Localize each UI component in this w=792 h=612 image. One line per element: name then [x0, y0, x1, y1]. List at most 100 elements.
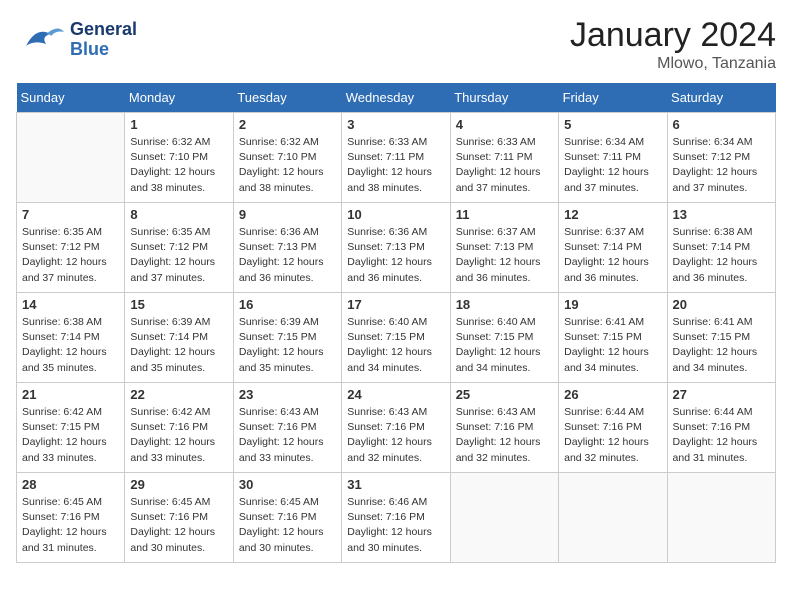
calendar-cell: 15Sunrise: 6:39 AM Sunset: 7:14 PM Dayli…: [125, 293, 233, 383]
day-number: 4: [456, 117, 553, 132]
calendar-cell: 8 Sunrise: 6:35 AM Sunset: 7:12 PM Daylig…: [125, 203, 233, 293]
weekday-header-row: SundayMondayTuesdayWednesdayThursdayFrid…: [17, 83, 776, 113]
weekday-header-thursday: Thursday: [450, 83, 558, 113]
day-number: 7: [22, 207, 119, 222]
calendar-cell: [17, 113, 125, 203]
header: General Blue January 2024 Mlowo, Tanzani…: [16, 16, 776, 73]
day-number: 6: [673, 117, 770, 132]
calendar-week-1: 1 Sunrise: 6:32 AM Sunset: 7:10 PM Daylig…: [17, 113, 776, 203]
day-number: 29: [130, 477, 227, 492]
weekday-header-monday: Monday: [125, 83, 233, 113]
day-number: 8: [130, 207, 227, 222]
title-area: January 2024 Mlowo, Tanzania: [570, 16, 776, 73]
calendar-week-3: 14 Sunrise: 6:38 AM Sunset: 7:14 PM Dayli…: [17, 293, 776, 383]
day-info: Sunrise: 6:36 AM Sunset: 7:13 PM Dayligh…: [347, 225, 444, 286]
day-number: 13: [673, 207, 770, 222]
day-info: Sunrise: 6:45 AM Sunset: 7:16 PM Dayligh…: [22, 495, 119, 556]
day-number: 14: [22, 297, 119, 312]
calendar-cell: 6 Sunrise: 6:34 AM Sunset: 7:12 PM Daylig…: [667, 113, 775, 203]
day-number: 12: [564, 207, 661, 222]
day-info: Sunrise: 6:38 AM Sunset: 7:14 PM Dayligh…: [22, 315, 119, 376]
day-number: 5: [564, 117, 661, 132]
calendar-cell: 31 Sunrise: 6:46 AM Sunset: 7:16 PM Dayli…: [342, 473, 450, 563]
calendar-cell: 20 Sunrise: 6:41 AM Sunset: 7:15 PM Dayli…: [667, 293, 775, 383]
day-number: 19: [564, 297, 661, 312]
weekday-header-friday: Friday: [559, 83, 667, 113]
day-number: 22: [130, 387, 227, 402]
day-number: 23: [239, 387, 336, 402]
day-number: 10: [347, 207, 444, 222]
calendar-cell: 19 Sunrise: 6:41 AM Sunset: 7:15 PM Dayli…: [559, 293, 667, 383]
calendar-cell: 11Sunrise: 6:37 AM Sunset: 7:13 PM Dayli…: [450, 203, 558, 293]
calendar-cell: 29 Sunrise: 6:45 AM Sunset: 7:16 PM Dayli…: [125, 473, 233, 563]
calendar-cell: 21 Sunrise: 6:42 AM Sunset: 7:15 PM Dayli…: [17, 383, 125, 473]
location: Mlowo, Tanzania: [570, 55, 776, 73]
month-year: January 2024: [570, 16, 776, 55]
day-info: Sunrise: 6:32 AM Sunset: 7:10 PM Dayligh…: [239, 135, 336, 196]
logo: General Blue: [16, 16, 137, 64]
day-info: Sunrise: 6:37 AM Sunset: 7:13 PM Dayligh…: [456, 225, 553, 286]
logo-text: General Blue: [70, 20, 137, 60]
day-number: 16: [239, 297, 336, 312]
day-number: 3: [347, 117, 444, 132]
day-info: Sunrise: 6:38 AM Sunset: 7:14 PM Dayligh…: [673, 225, 770, 286]
day-number: 28: [22, 477, 119, 492]
calendar-cell: 18 Sunrise: 6:40 AM Sunset: 7:15 PM Dayli…: [450, 293, 558, 383]
day-number: 1: [130, 117, 227, 132]
day-info: Sunrise: 6:45 AM Sunset: 7:16 PM Dayligh…: [130, 495, 227, 556]
day-info: Sunrise: 6:33 AM Sunset: 7:11 PM Dayligh…: [347, 135, 444, 196]
day-info: Sunrise: 6:43 AM Sunset: 7:16 PM Dayligh…: [239, 405, 336, 466]
day-number: 25: [456, 387, 553, 402]
day-number: 31: [347, 477, 444, 492]
day-info: Sunrise: 6:46 AM Sunset: 7:16 PM Dayligh…: [347, 495, 444, 556]
calendar-table: SundayMondayTuesdayWednesdayThursdayFrid…: [16, 83, 776, 563]
day-info: Sunrise: 6:43 AM Sunset: 7:16 PM Dayligh…: [347, 405, 444, 466]
day-info: Sunrise: 6:37 AM Sunset: 7:14 PM Dayligh…: [564, 225, 661, 286]
calendar-cell: 4 Sunrise: 6:33 AM Sunset: 7:11 PM Daylig…: [450, 113, 558, 203]
day-number: 24: [347, 387, 444, 402]
calendar-cell: [559, 473, 667, 563]
day-info: Sunrise: 6:42 AM Sunset: 7:15 PM Dayligh…: [22, 405, 119, 466]
day-number: 20: [673, 297, 770, 312]
day-number: 30: [239, 477, 336, 492]
day-number: 26: [564, 387, 661, 402]
day-number: 17: [347, 297, 444, 312]
calendar-cell: 3 Sunrise: 6:33 AM Sunset: 7:11 PM Daylig…: [342, 113, 450, 203]
day-info: Sunrise: 6:33 AM Sunset: 7:11 PM Dayligh…: [456, 135, 553, 196]
day-info: Sunrise: 6:34 AM Sunset: 7:12 PM Dayligh…: [673, 135, 770, 196]
calendar-cell: 17Sunrise: 6:40 AM Sunset: 7:15 PM Dayli…: [342, 293, 450, 383]
calendar-cell: 27 Sunrise: 6:44 AM Sunset: 7:16 PM Dayli…: [667, 383, 775, 473]
day-number: 27: [673, 387, 770, 402]
calendar-cell: 5 Sunrise: 6:34 AM Sunset: 7:11 PM Daylig…: [559, 113, 667, 203]
calendar-cell: 2 Sunrise: 6:32 AM Sunset: 7:10 PM Daylig…: [233, 113, 341, 203]
calendar-cell: 14 Sunrise: 6:38 AM Sunset: 7:14 PM Dayli…: [17, 293, 125, 383]
day-info: Sunrise: 6:41 AM Sunset: 7:15 PM Dayligh…: [673, 315, 770, 376]
calendar-cell: 12 Sunrise: 6:37 AM Sunset: 7:14 PM Dayli…: [559, 203, 667, 293]
calendar-cell: 10 Sunrise: 6:36 AM Sunset: 7:13 PM Dayli…: [342, 203, 450, 293]
logo-bird-icon: [16, 16, 66, 64]
day-number: 15: [130, 297, 227, 312]
day-info: Sunrise: 6:44 AM Sunset: 7:16 PM Dayligh…: [673, 405, 770, 466]
weekday-header-sunday: Sunday: [17, 83, 125, 113]
calendar-cell: 22Sunrise: 6:42 AM Sunset: 7:16 PM Dayli…: [125, 383, 233, 473]
calendar-cell: 7 Sunrise: 6:35 AM Sunset: 7:12 PM Daylig…: [17, 203, 125, 293]
day-number: 21: [22, 387, 119, 402]
calendar-cell: [450, 473, 558, 563]
calendar-cell: 9Sunrise: 6:36 AM Sunset: 7:13 PM Daylig…: [233, 203, 341, 293]
day-info: Sunrise: 6:41 AM Sunset: 7:15 PM Dayligh…: [564, 315, 661, 376]
calendar-cell: 24 Sunrise: 6:43 AM Sunset: 7:16 PM Dayli…: [342, 383, 450, 473]
day-info: Sunrise: 6:43 AM Sunset: 7:16 PM Dayligh…: [456, 405, 553, 466]
day-number: 2: [239, 117, 336, 132]
calendar-cell: 16Sunrise: 6:39 AM Sunset: 7:15 PM Dayli…: [233, 293, 341, 383]
day-info: Sunrise: 6:40 AM Sunset: 7:15 PM Dayligh…: [456, 315, 553, 376]
day-number: 18: [456, 297, 553, 312]
calendar-week-2: 7 Sunrise: 6:35 AM Sunset: 7:12 PM Daylig…: [17, 203, 776, 293]
day-info: Sunrise: 6:35 AM Sunset: 7:12 PM Dayligh…: [130, 225, 227, 286]
day-info: Sunrise: 6:45 AM Sunset: 7:16 PM Dayligh…: [239, 495, 336, 556]
calendar-cell: 26 Sunrise: 6:44 AM Sunset: 7:16 PM Dayli…: [559, 383, 667, 473]
day-info: Sunrise: 6:35 AM Sunset: 7:12 PM Dayligh…: [22, 225, 119, 286]
day-info: Sunrise: 6:34 AM Sunset: 7:11 PM Dayligh…: [564, 135, 661, 196]
calendar-cell: 13 Sunrise: 6:38 AM Sunset: 7:14 PM Dayli…: [667, 203, 775, 293]
weekday-header-saturday: Saturday: [667, 83, 775, 113]
day-info: Sunrise: 6:44 AM Sunset: 7:16 PM Dayligh…: [564, 405, 661, 466]
